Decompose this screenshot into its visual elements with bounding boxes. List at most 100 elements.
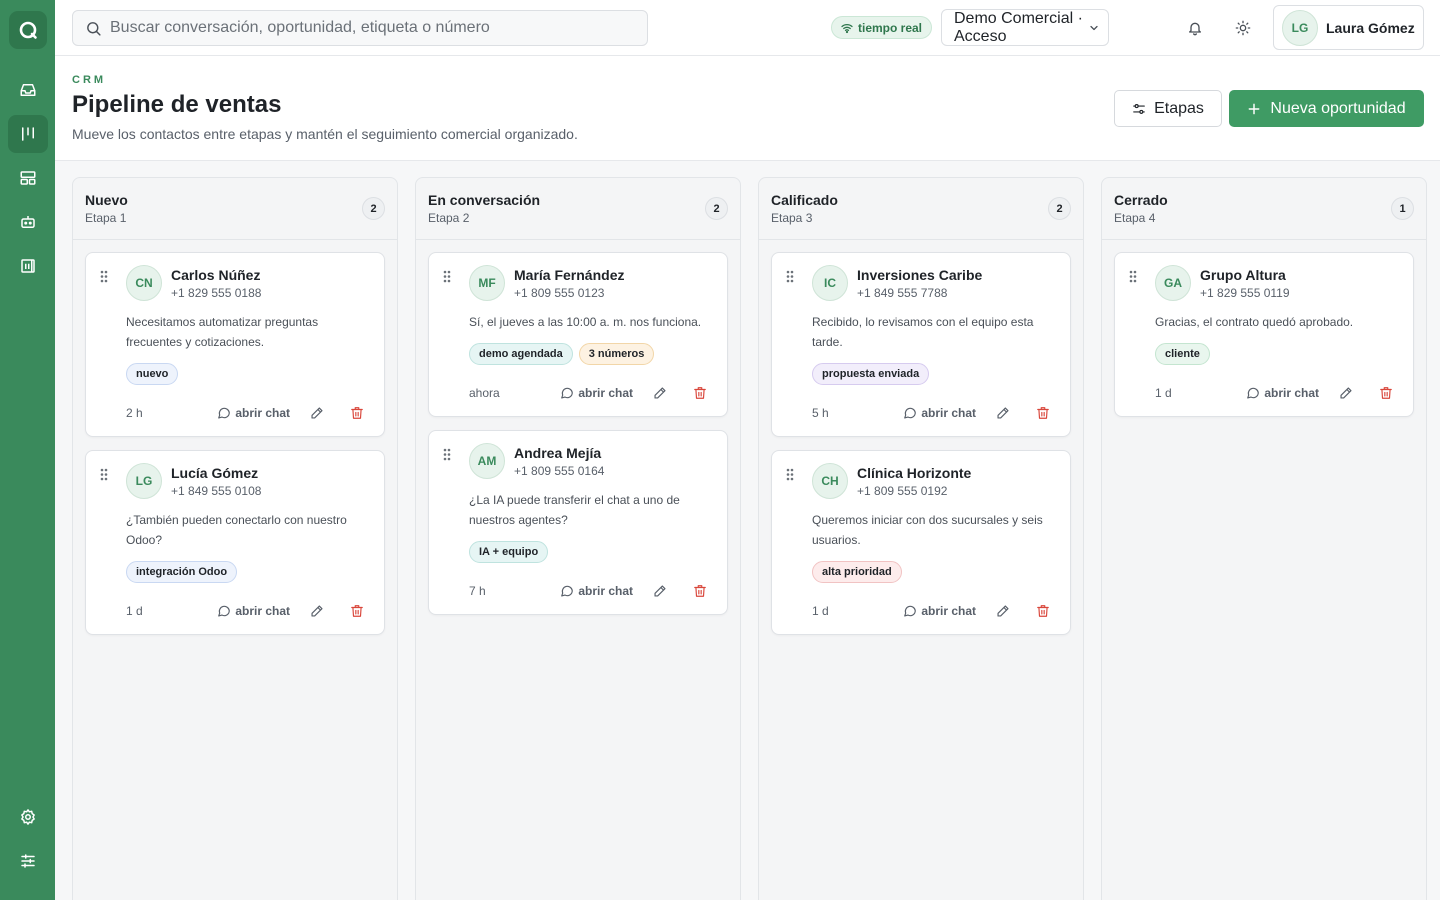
open-chat-button[interactable]: abrir chat (560, 584, 633, 598)
last-activity-time: 1 d (812, 604, 829, 618)
user-menu[interactable]: LG Laura Gómez (1273, 5, 1424, 50)
open-chat-label: abrir chat (235, 604, 290, 618)
column-count-badge: 2 (1048, 197, 1071, 220)
pipeline-column-2: En conversación Etapa 2 2 MF María Ferná… (415, 177, 741, 900)
wifi-icon (841, 23, 853, 33)
drag-handle-icon[interactable] (100, 270, 108, 283)
search-input[interactable] (110, 19, 630, 37)
drag-handle-icon[interactable] (100, 468, 108, 481)
contact-phone: +1 829 555 0119 (1200, 285, 1290, 300)
open-chat-button[interactable]: abrir chat (1246, 386, 1319, 400)
delete-button[interactable] (344, 403, 370, 423)
open-chat-button[interactable]: abrir chat (903, 406, 976, 420)
drag-handle-icon[interactable] (786, 468, 794, 481)
card-footer: 1 d abrir chat (1155, 384, 1399, 402)
open-chat-button[interactable]: abrir chat (903, 604, 976, 618)
opportunity-card[interactable]: LG Lucía Gómez +1 849 555 0108 ¿También … (85, 450, 385, 635)
opportunity-card[interactable]: CH Clínica Horizonte +1 809 555 0192 Que… (771, 450, 1071, 635)
edit-button[interactable] (304, 601, 330, 621)
edit-button[interactable] (990, 601, 1016, 621)
opportunity-card[interactable]: IC Inversiones Caribe +1 849 555 7788 Re… (771, 252, 1071, 437)
card-footer: ahora abrir chat (469, 384, 713, 402)
drag-handle-icon[interactable] (1129, 270, 1137, 283)
page-subtitle: Mueve los contactos entre etapas y manté… (72, 126, 578, 142)
settings-sliders-icon (1133, 103, 1145, 114)
stages-button[interactable]: Etapas (1114, 90, 1222, 127)
delete-button[interactable] (1030, 403, 1056, 423)
trash-icon (351, 407, 363, 419)
trash-icon (694, 387, 706, 399)
drag-handle-icon[interactable] (443, 270, 451, 283)
tag-badge: demo agendada (469, 343, 573, 365)
column-cards: IC Inversiones Caribe +1 849 555 7788 Re… (759, 240, 1083, 647)
sidebar-item-reports[interactable] (8, 247, 48, 285)
opportunity-card[interactable]: AM Andrea Mejía +1 809 555 0164 ¿La IA p… (428, 430, 728, 615)
card-header: GA Grupo Altura +1 829 555 0119 (1155, 265, 1399, 301)
opportunity-card[interactable]: GA Grupo Altura +1 829 555 0119 Gracias,… (1114, 252, 1414, 417)
sidebar-item-bot[interactable] (8, 203, 48, 241)
delete-button[interactable] (687, 581, 713, 601)
realtime-label: tiempo real (858, 20, 923, 35)
chevron-down-icon (1090, 25, 1098, 31)
plus-icon (1248, 103, 1260, 114)
sidebar-item-dashboard[interactable] (8, 159, 48, 197)
open-chat-label: abrir chat (578, 386, 633, 400)
open-chat-label: abrir chat (1264, 386, 1319, 400)
column-header: Cerrado Etapa 4 1 (1102, 178, 1426, 240)
edit-button[interactable] (647, 383, 673, 403)
card-footer: 5 h abrir chat (812, 404, 1056, 422)
sidebar-item-preferences[interactable] (8, 842, 48, 880)
edit-button[interactable] (647, 581, 673, 601)
edit-button[interactable] (304, 403, 330, 423)
notifications-button[interactable] (1182, 15, 1208, 41)
new-opportunity-button[interactable]: Nueva oportunidad (1229, 90, 1424, 127)
workspace-select[interactable]: Demo Comercial · Acceso (941, 9, 1109, 46)
drag-handle-icon[interactable] (443, 448, 451, 461)
open-chat-button[interactable]: abrir chat (217, 604, 290, 618)
delete-button[interactable] (1373, 383, 1399, 403)
contact-name: Grupo Altura (1200, 266, 1286, 283)
open-chat-button[interactable]: abrir chat (217, 406, 290, 420)
column-stage: Etapa 3 (771, 211, 813, 225)
contact-phone: +1 849 555 7788 (857, 285, 948, 300)
tag-badge: cliente (1155, 343, 1210, 365)
last-message: ¿También pueden conectarlo con nuestro O… (126, 513, 347, 547)
edit-button[interactable] (1333, 383, 1359, 403)
column-stage: Etapa 4 (1114, 211, 1156, 225)
delete-button[interactable] (687, 383, 713, 403)
card-footer: 1 d abrir chat (812, 602, 1056, 620)
app-logo[interactable] (8, 11, 47, 49)
card-header: IC Inversiones Caribe +1 849 555 7788 (812, 265, 1056, 301)
last-activity-time: 7 h (469, 584, 486, 598)
drag-handle-icon[interactable] (786, 270, 794, 283)
open-chat-button[interactable]: abrir chat (560, 386, 633, 400)
sidebar-item-pipeline[interactable] (7, 115, 48, 153)
chat-bubble-icon (561, 585, 574, 597)
avatar: MF (469, 265, 505, 301)
avatar: GA (1155, 265, 1191, 301)
tag-list: IA + equipo (469, 541, 713, 563)
search-icon (87, 21, 101, 36)
new-opportunity-label: Nueva oportunidad (1270, 99, 1406, 117)
opportunity-card[interactable]: CN Carlos Núñez +1 829 555 0188 Necesita… (85, 252, 385, 437)
card-footer: 7 h abrir chat (469, 582, 713, 600)
card-footer: 1 d abrir chat (126, 602, 370, 620)
opportunity-card[interactable]: MF María Fernández +1 809 555 0123 Sí, e… (428, 252, 728, 417)
column-cards: MF María Fernández +1 809 555 0123 Sí, e… (416, 240, 740, 627)
sidebar (0, 0, 55, 900)
contact-phone: +1 809 555 0192 (857, 483, 948, 498)
edit-button[interactable] (990, 403, 1016, 423)
section-eyebrow: CRM (72, 74, 107, 86)
tag-badge: 3 números (578, 343, 655, 365)
delete-button[interactable] (1030, 601, 1056, 621)
contact-name: María Fernández (514, 266, 625, 283)
chat-bubble-icon (561, 387, 574, 399)
delete-button[interactable] (344, 601, 370, 621)
sidebar-item-settings[interactable] (8, 798, 48, 836)
kanban-icon (21, 127, 34, 141)
column-title: Nuevo (85, 192, 128, 208)
theme-toggle-button[interactable] (1230, 15, 1256, 41)
chat-bubble-icon (218, 605, 231, 617)
sliders-icon (20, 854, 35, 868)
sidebar-item-inbox[interactable] (8, 71, 48, 109)
